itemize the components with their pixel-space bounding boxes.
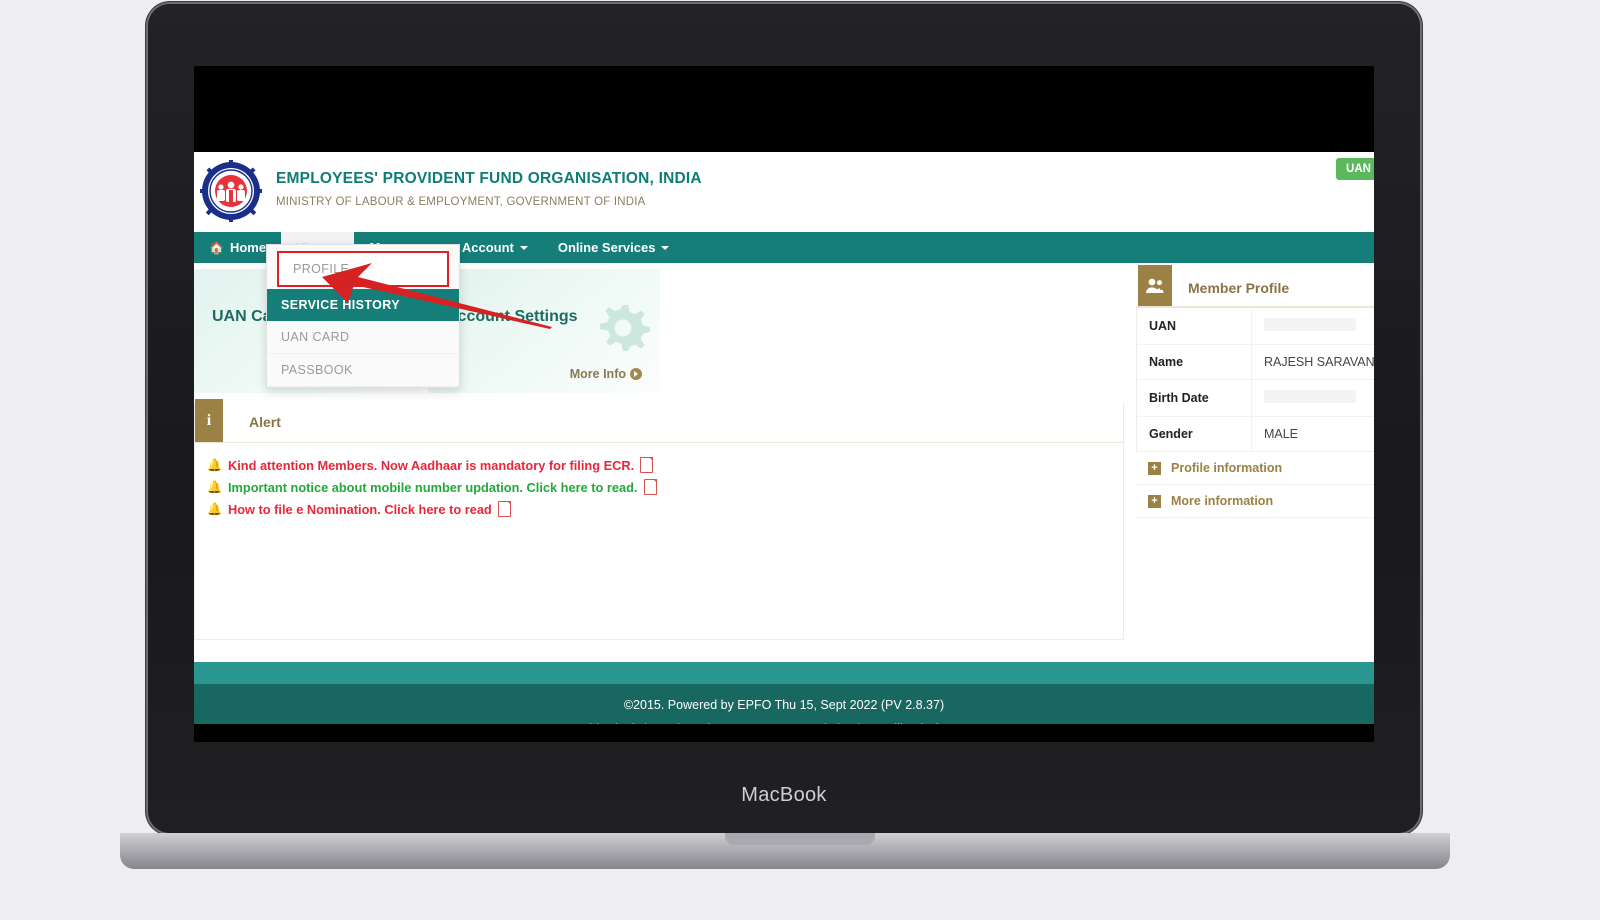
laptop-notch (725, 833, 875, 845)
uan-badge[interactable]: UAN : (1336, 158, 1374, 180)
arrow-right-icon (630, 368, 642, 380)
row-key: UAN (1136, 308, 1252, 345)
members-icon-glyph (1146, 278, 1165, 293)
nav-label-home: Home (229, 240, 267, 255)
home-icon: 🏠 (209, 240, 224, 255)
bell-icon: 🔔 (207, 502, 222, 516)
alert-item[interactable]: 🔔 Important notice about mobile number u… (207, 479, 1123, 495)
footer-resolution-note: This site is best viewed at 1920 x 1080 … (194, 722, 1374, 724)
table-row: Birth Date (1136, 379, 1374, 417)
alert-text: Important notice about mobile number upd… (227, 479, 638, 495)
plus-icon: + (1148, 494, 1161, 508)
row-value: RAJESH SARAVANA (1251, 344, 1374, 380)
alert-header: i Alert (195, 399, 1123, 443)
browser-page: EMPLOYEES' PROVIDENT FUND ORGANISATION, … (194, 152, 1374, 724)
bell-icon: 🔔 (207, 480, 222, 494)
bell-icon: 🔔 (207, 458, 222, 472)
row-key: Birth Date (1136, 379, 1252, 417)
page-content: UAN Card Account Settings More Info PROF… (194, 244, 1374, 662)
more-info-label: More Info (569, 367, 626, 381)
nav-label-online-services: Online Services (557, 240, 656, 255)
info-icon: i (195, 399, 223, 442)
epfo-logo (200, 160, 262, 222)
device-label: MacBook (741, 784, 827, 806)
site-header: EMPLOYEES' PROVIDENT FUND ORGANISATION, … (194, 152, 1374, 232)
alert-title: Alert (249, 414, 281, 430)
member-profile-table: UAN Name RAJESH SARAVANA Birth Date Gend… (1136, 308, 1374, 452)
pdf-icon[interactable] (643, 479, 657, 495)
row-key: Name (1136, 344, 1252, 380)
row-value (1251, 308, 1374, 345)
row-key: Gender (1136, 416, 1252, 452)
dropdown-item-passbook[interactable]: PASSBOOK (267, 354, 459, 387)
redacted-value (1263, 390, 1356, 403)
footer-copyright: ©2015. Powered by EPFO Thu 15, Sept 2022… (623, 698, 945, 712)
alert-panel: i Alert 🔔 Kind attention Members. Now Aa… (194, 399, 1124, 640)
redacted-value (1263, 318, 1356, 331)
member-profile-title: Member Profile (1188, 280, 1290, 296)
red-arrow-annotation (322, 263, 552, 329)
chevron-down-icon (661, 245, 670, 250)
alert-item[interactable]: 🔔 How to file e Nomination. Click here t… (207, 501, 1123, 517)
member-profile-header: Member Profile (1136, 265, 1374, 308)
alert-text: Kind attention Members. Now Aadhaar is m… (227, 457, 635, 473)
header-title-block: EMPLOYEES' PROVIDENT FUND ORGANISATION, … (276, 170, 702, 208)
row-value (1251, 379, 1374, 417)
ministry-subtitle: MINISTRY OF LABOUR & EMPLOYMENT, GOVERNM… (276, 196, 646, 208)
footer-accent-bar (194, 662, 1374, 684)
laptop-frame: EMPLOYEES' PROVIDENT FUND ORGANISATION, … (148, 4, 1420, 833)
row-value: MALE (1251, 416, 1374, 452)
more-information-link[interactable]: + More information (1136, 485, 1374, 518)
members-icon (1138, 265, 1172, 306)
organisation-title: EMPLOYEES' PROVIDENT FUND ORGANISATION, … (276, 170, 702, 187)
more-info-link[interactable]: More Info (570, 366, 642, 381)
dashboard-cards: UAN Card Account Settings More Info PROF… (194, 244, 660, 393)
plus-icon: + (1148, 461, 1161, 475)
laptop-screen: EMPLOYEES' PROVIDENT FUND ORGANISATION, … (194, 66, 1374, 742)
pdf-icon[interactable] (640, 457, 654, 473)
member-profile-panel: Member Profile UAN Name RAJESH SARAVANA … (1136, 265, 1374, 518)
more-information-label: More information (1171, 494, 1274, 508)
profile-information-label: Profile information (1171, 461, 1283, 475)
nav-item-online-services[interactable]: Online Services (543, 232, 685, 263)
table-row: Name RAJESH SARAVANA (1136, 344, 1374, 380)
table-row: Gender MALE (1136, 416, 1374, 452)
alert-text: How to file e Nomination. Click here to … (227, 501, 492, 517)
page-footer: ©2015. Powered by EPFO Thu 15, Sept 2022… (194, 684, 1374, 724)
table-row: UAN (1136, 308, 1374, 345)
profile-information-link[interactable]: + Profile information (1136, 452, 1374, 485)
alert-item[interactable]: 🔔 Kind attention Members. Now Aadhaar is… (207, 457, 1123, 473)
gear-icon (600, 305, 650, 351)
pdf-icon[interactable] (497, 501, 511, 517)
